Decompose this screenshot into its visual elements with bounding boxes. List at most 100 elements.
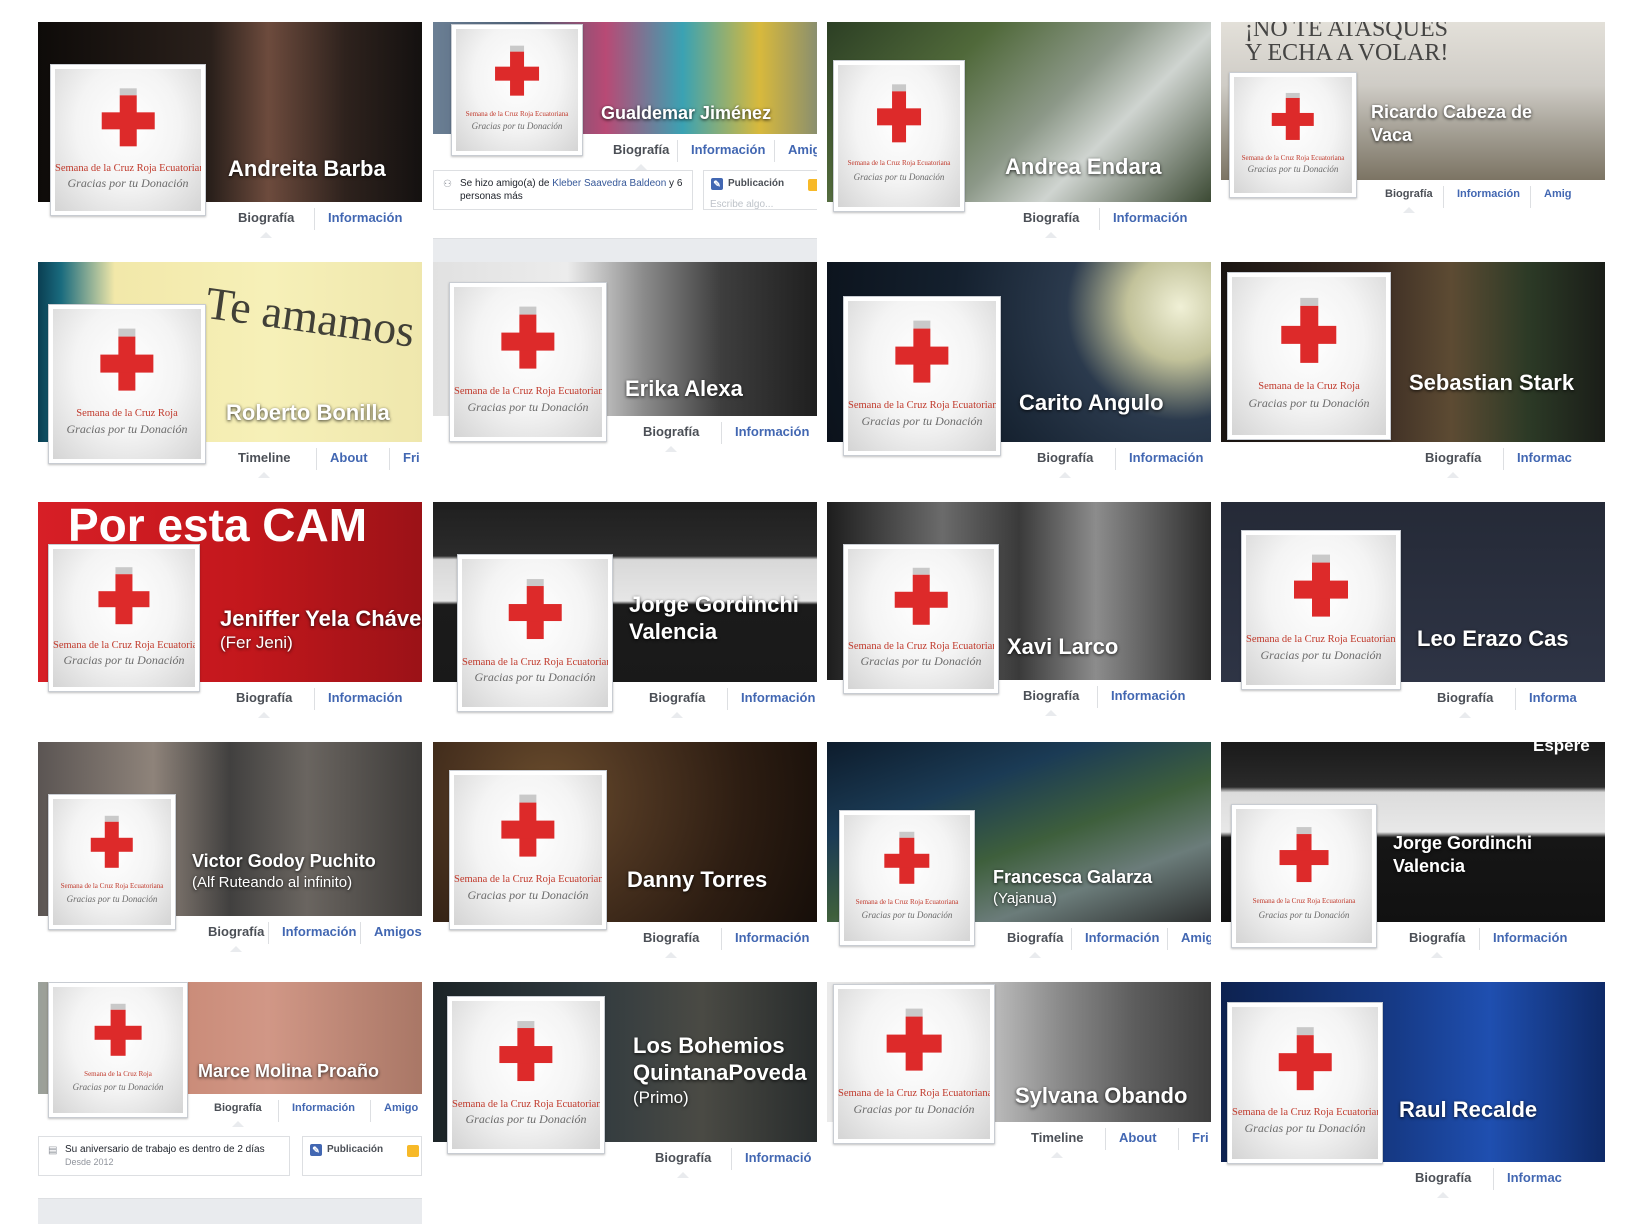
profile-tab[interactable]: Información bbox=[1457, 188, 1520, 200]
profile-tab[interactable]: Biografía bbox=[1007, 930, 1063, 958]
profile-tab[interactable]: Biografía bbox=[1415, 1170, 1471, 1198]
profile-name[interactable]: Jeniffer Yela Chávez bbox=[220, 605, 422, 632]
profile-picture[interactable]: Semana de la Cruz Roja Ecuatoriana Gracia… bbox=[48, 544, 200, 692]
profile-tab[interactable]: Biografía bbox=[1023, 210, 1079, 238]
profile-name[interactable]: Xavi Larco bbox=[1007, 633, 1118, 660]
profile-picture[interactable]: Semana de la Cruz Roja Ecuatoriana Gracia… bbox=[833, 984, 995, 1144]
red-cross-icon bbox=[1294, 555, 1348, 617]
profile-tab[interactable]: Biografía bbox=[655, 1150, 711, 1178]
profile-tab[interactable]: About bbox=[330, 450, 368, 465]
profile-tab[interactable]: Información bbox=[282, 924, 356, 939]
publish-button[interactable]: Publicación bbox=[327, 1144, 383, 1155]
profile-picture[interactable]: Semana de la Cruz Roja Ecuatoriana Gracia… bbox=[449, 282, 607, 442]
profile-tab[interactable]: Biografía bbox=[1425, 450, 1481, 478]
profile-name[interactable]: Sebastian Stark bbox=[1409, 369, 1574, 396]
profile-picture[interactable]: Semana de la Cruz Roja Gracias por tu Don… bbox=[48, 304, 206, 464]
profile-tab[interactable]: Amig bbox=[1544, 188, 1572, 200]
profile-tab[interactable]: Información bbox=[1085, 930, 1159, 945]
profile-tab[interactable]: Biografía bbox=[208, 924, 264, 952]
profile-tab[interactable]: Información bbox=[735, 424, 809, 439]
profile-name[interactable]: Danny Torres bbox=[627, 866, 767, 893]
profile-tab[interactable]: Biografía bbox=[643, 930, 699, 958]
profile-name[interactable]: Francesca Galarza bbox=[993, 866, 1152, 889]
profile-picture[interactable]: Semana de la Cruz Roja Ecuatoriana Gracia… bbox=[843, 544, 999, 694]
profile-tab[interactable]: Información bbox=[1129, 450, 1203, 465]
profile-picture[interactable]: Semana de la Cruz Roja Ecuatoriana Gracia… bbox=[457, 554, 613, 712]
profile-tab[interactable]: Timeline bbox=[1031, 1130, 1084, 1158]
profile-tab[interactable]: Biografía bbox=[649, 690, 705, 718]
profile-tab[interactable]: Información bbox=[691, 142, 765, 157]
profile-tab[interactable]: Biografía bbox=[238, 210, 294, 238]
profile-picture[interactable]: Semana de la Cruz Roja Ecuatoriana Gracia… bbox=[1227, 1002, 1383, 1164]
logo-thanks-text: Gracias por tu Donación bbox=[66, 893, 158, 904]
profile-name[interactable]: Erika Alexa bbox=[625, 375, 743, 402]
photo-icon[interactable] bbox=[808, 179, 817, 191]
profile-tab[interactable]: Biografía bbox=[1385, 188, 1433, 213]
profile-picture[interactable]: Semana de la Cruz Roja Gracias por tu Don… bbox=[1227, 272, 1391, 440]
profile-tab[interactable]: Biografía bbox=[643, 424, 699, 452]
tab-divider bbox=[1443, 186, 1444, 208]
profile-picture[interactable]: Semana de la Cruz Roja Ecuatoriana Gracia… bbox=[447, 996, 605, 1154]
publish-box[interactable]: ✎ Publicación Escribe algo... bbox=[703, 170, 817, 210]
profile-tab[interactable]: Amigo bbox=[384, 1102, 418, 1114]
profile-name[interactable]: Andreita Barba bbox=[228, 155, 386, 182]
publish-button[interactable]: Publicación bbox=[728, 178, 784, 189]
profile-tab[interactable]: Informac bbox=[1517, 450, 1572, 465]
profile-picture[interactable]: Semana de la Cruz Roja Ecuatoriana Gracia… bbox=[1229, 72, 1357, 198]
profile-tab[interactable]: Información bbox=[1111, 688, 1185, 703]
red-cross-logo: Semana de la Cruz Roja Ecuatoriana Gracia… bbox=[456, 29, 578, 151]
activity-line: Se hizo amigo(a) de Kleber Saavedra Bald… bbox=[460, 177, 684, 190]
profile-name[interactable]: Jorge Gordinchi Valencia bbox=[629, 591, 799, 645]
profile-picture[interactable]: Semana de la Cruz Roja Ecuatoriana Gracia… bbox=[48, 794, 176, 930]
profile-tab[interactable]: Amig bbox=[788, 142, 817, 157]
profile-tab[interactable]: Timeline bbox=[238, 450, 291, 478]
profile-tab[interactable]: Informa bbox=[1529, 690, 1577, 705]
profile-tab[interactable]: Información bbox=[1493, 930, 1567, 945]
profile-name[interactable]: Gualdemar Jiménez bbox=[601, 102, 771, 125]
profile-tab[interactable]: Biografía bbox=[214, 1102, 262, 1127]
profile-tab[interactable]: Informac bbox=[1507, 1170, 1562, 1185]
profile-tab[interactable]: Informació bbox=[745, 1150, 811, 1165]
profile-tab[interactable]: Fri bbox=[403, 450, 420, 465]
profile-tab[interactable]: Información bbox=[328, 690, 402, 705]
profile-tab[interactable]: Información bbox=[328, 210, 402, 225]
profile-picture[interactable]: Semana de la Cruz Roja Ecuatoriana Gracia… bbox=[449, 770, 607, 930]
profile-picture[interactable]: Semana de la Cruz Roja Gracias por tu Don… bbox=[48, 982, 188, 1118]
profile-name[interactable]: Los Bohemios QuintanaPoveda bbox=[633, 1032, 807, 1086]
profile-name[interactable]: Leo Erazo Cas bbox=[1417, 625, 1569, 652]
profile-name[interactable]: Jorge Gordinchi Valencia bbox=[1393, 832, 1532, 878]
profile-name[interactable]: Marce Molina Proaño bbox=[198, 1060, 379, 1083]
photo-icon[interactable] bbox=[407, 1145, 419, 1157]
friend-link[interactable]: Kleber Saavedra Baldeon bbox=[552, 178, 666, 189]
profile-name[interactable]: Sylvana Obando bbox=[1015, 1082, 1187, 1109]
profile-tab[interactable]: About bbox=[1119, 1130, 1157, 1145]
status-input[interactable]: Escribe algo... bbox=[710, 199, 773, 210]
profile-picture[interactable]: Semana de la Cruz Roja Ecuatoriana Gracia… bbox=[451, 24, 583, 156]
profile-tab[interactable]: Información bbox=[735, 930, 809, 945]
profile-tab[interactable]: Amigos bbox=[374, 924, 422, 939]
profile-tab[interactable]: Información bbox=[1113, 210, 1187, 225]
profile-tab[interactable]: Biografía bbox=[613, 142, 669, 170]
profile-tab[interactable]: Biografía bbox=[1409, 930, 1465, 958]
profile-tab[interactable]: Biografía bbox=[1037, 450, 1093, 478]
profile-picture[interactable]: Semana de la Cruz Roja Ecuatoriana Gracia… bbox=[839, 810, 975, 946]
profile-tab[interactable]: Fri bbox=[1192, 1130, 1209, 1145]
profile-picture[interactable]: Semana de la Cruz Roja Ecuatoriana Gracia… bbox=[843, 296, 1001, 456]
profile-picture[interactable]: Semana de la Cruz Roja Ecuatoriana Gracia… bbox=[1231, 804, 1377, 948]
profile-name[interactable]: Raul Recalde bbox=[1399, 1096, 1537, 1123]
profile-tab[interactable]: Amig bbox=[1181, 930, 1211, 945]
profile-name[interactable]: Roberto Bonilla bbox=[226, 399, 390, 426]
profile-tab[interactable]: Biografía bbox=[1437, 690, 1493, 718]
profile-name[interactable]: Carito Angulo bbox=[1019, 389, 1164, 416]
profile-tab[interactable]: Biografía bbox=[1023, 688, 1079, 716]
publish-box[interactable]: ✎ Publicación bbox=[302, 1136, 422, 1176]
profile-picture[interactable]: Semana de la Cruz Roja Ecuatoriana Gracia… bbox=[1241, 530, 1401, 690]
profile-picture[interactable]: Semana de la Cruz Roja Ecuatoriana Gracia… bbox=[833, 60, 965, 212]
profile-tab[interactable]: Información bbox=[741, 690, 815, 705]
profile-name[interactable]: Andrea Endara bbox=[1005, 153, 1162, 180]
profile-picture[interactable]: Semana de la Cruz Roja Ecuatoriana Gracia… bbox=[50, 64, 206, 216]
profile-name[interactable]: Victor Godoy Puchito bbox=[192, 850, 376, 873]
profile-tab[interactable]: Información bbox=[292, 1102, 355, 1114]
profile-name[interactable]: Ricardo Cabeza de Vaca bbox=[1371, 101, 1532, 147]
profile-tab[interactable]: Biografía bbox=[236, 690, 292, 718]
